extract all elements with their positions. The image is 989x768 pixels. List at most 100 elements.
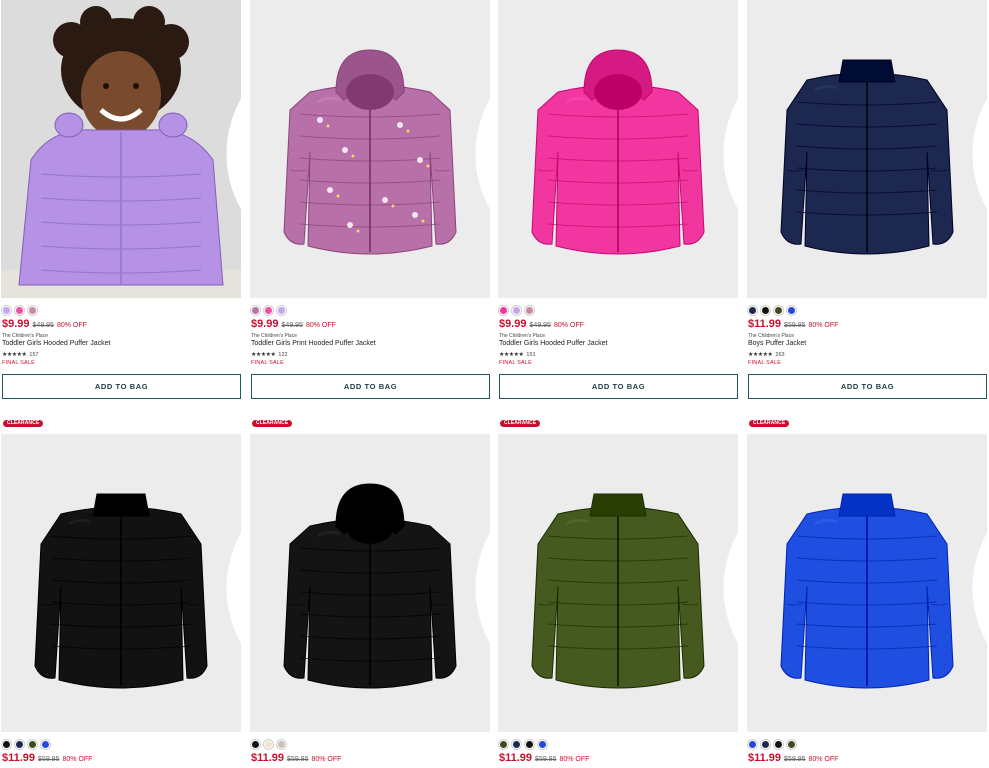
jacket-illustration bbox=[498, 0, 738, 298]
color-swatch[interactable] bbox=[15, 740, 24, 749]
color-swatches bbox=[499, 740, 547, 749]
product-grid: $9.99 $49.95 80% OFF The Children's Plac… bbox=[0, 0, 989, 768]
product-name[interactable]: Toddler Girls Print Hooded Puffer Jacket bbox=[251, 340, 376, 347]
color-swatch[interactable] bbox=[2, 740, 11, 749]
sale-price: $9.99 bbox=[499, 318, 527, 330]
jacket-illustration bbox=[498, 434, 738, 732]
add-to-bag-button[interactable]: ADD TO BAG bbox=[2, 374, 241, 399]
color-swatch[interactable] bbox=[2, 306, 11, 315]
heart-icon[interactable] bbox=[219, 5, 241, 210]
color-swatches bbox=[2, 306, 37, 315]
color-swatch[interactable] bbox=[748, 740, 757, 749]
product-name[interactable]: Toddler Girls Hooded Puffer Jacket bbox=[2, 340, 110, 347]
sale-price: $9.99 bbox=[251, 318, 279, 330]
product-image[interactable] bbox=[498, 434, 738, 732]
price-row: $9.99 $49.95 80% OFF bbox=[499, 318, 584, 330]
color-swatch[interactable] bbox=[774, 306, 783, 315]
color-swatches bbox=[748, 740, 796, 749]
color-swatch[interactable] bbox=[28, 306, 37, 315]
rating: ★★★★★ 157 bbox=[2, 351, 39, 359]
color-swatches bbox=[499, 306, 534, 315]
final-sale-label: FINAL SALE bbox=[499, 360, 532, 366]
product-image[interactable] bbox=[1, 0, 241, 298]
color-swatch[interactable] bbox=[251, 306, 260, 315]
heart-icon[interactable] bbox=[468, 5, 490, 210]
product-image[interactable] bbox=[747, 0, 987, 298]
color-swatches bbox=[2, 740, 50, 749]
jacket-illustration bbox=[747, 434, 987, 732]
product-image[interactable] bbox=[250, 0, 490, 298]
final-sale-label: FINAL SALE bbox=[251, 360, 284, 366]
add-to-bag-button[interactable]: ADD TO BAG bbox=[748, 374, 987, 399]
color-swatch[interactable] bbox=[787, 306, 796, 315]
clearance-badge: CLEARANCE bbox=[500, 420, 541, 427]
discount-label: 80% OFF bbox=[553, 322, 584, 329]
price-row: $11.99 $59.95 80% OFF bbox=[748, 752, 838, 764]
color-swatch[interactable] bbox=[512, 306, 521, 315]
color-swatch[interactable] bbox=[512, 740, 521, 749]
jacket-illustration bbox=[250, 0, 490, 298]
heart-icon[interactable] bbox=[716, 5, 738, 210]
color-swatch[interactable] bbox=[15, 306, 24, 315]
color-swatch[interactable] bbox=[761, 306, 770, 315]
discount-label: 80% OFF bbox=[305, 322, 336, 329]
product-image[interactable] bbox=[498, 0, 738, 298]
clearance-badge: CLEARANCE bbox=[3, 420, 44, 427]
original-price: $49.95 bbox=[281, 322, 303, 329]
sale-price: $9.99 bbox=[2, 318, 30, 330]
discount-label: 80% OFF bbox=[56, 322, 87, 329]
color-swatch[interactable] bbox=[761, 740, 770, 749]
brand-name: The Children's Place bbox=[748, 333, 794, 339]
heart-icon[interactable] bbox=[965, 5, 987, 210]
add-to-bag-button[interactable]: ADD TO BAG bbox=[251, 374, 490, 399]
color-swatch[interactable] bbox=[748, 306, 757, 315]
product-image[interactable] bbox=[1, 434, 241, 732]
heart-icon[interactable] bbox=[468, 439, 490, 644]
star-rating-icon: ★★★★★ bbox=[251, 352, 276, 358]
sale-price: $11.99 bbox=[748, 752, 782, 764]
color-swatch[interactable] bbox=[787, 740, 796, 749]
rating-count: 151 bbox=[526, 351, 536, 358]
brand-name: The Children's Place bbox=[251, 333, 297, 339]
price-row: $11.99 $59.95 80% OFF bbox=[251, 752, 341, 764]
color-swatch[interactable] bbox=[28, 740, 37, 749]
rating: ★★★★★ 263 bbox=[748, 351, 785, 359]
original-price: $59.95 bbox=[38, 756, 60, 763]
heart-icon[interactable] bbox=[965, 439, 987, 644]
color-swatch[interactable] bbox=[499, 306, 508, 315]
color-swatches bbox=[251, 306, 286, 315]
original-price: $59.95 bbox=[784, 756, 806, 763]
color-swatch[interactable] bbox=[525, 306, 534, 315]
star-rating-icon: ★★★★★ bbox=[2, 352, 27, 358]
product-name[interactable]: Toddler Girls Hooded Puffer Jacket bbox=[499, 340, 607, 347]
color-swatch[interactable] bbox=[538, 740, 547, 749]
discount-label: 80% OFF bbox=[808, 756, 839, 763]
sale-price: $11.99 bbox=[2, 752, 36, 764]
price-row: $9.99 $49.95 80% OFF bbox=[251, 318, 336, 330]
product-image[interactable] bbox=[747, 434, 987, 732]
color-swatch[interactable] bbox=[264, 740, 273, 749]
original-price: $59.95 bbox=[535, 756, 557, 763]
color-swatch[interactable] bbox=[774, 740, 783, 749]
final-sale-label: FINAL SALE bbox=[2, 360, 35, 366]
color-swatch[interactable] bbox=[525, 740, 534, 749]
add-to-bag-button[interactable]: ADD TO BAG bbox=[499, 374, 738, 399]
color-swatch[interactable] bbox=[499, 740, 508, 749]
product-image[interactable] bbox=[250, 434, 490, 732]
color-swatch[interactable] bbox=[277, 740, 286, 749]
heart-icon[interactable] bbox=[716, 439, 738, 644]
price-row: $11.99 $59.95 80% OFF bbox=[499, 752, 589, 764]
color-swatch[interactable] bbox=[277, 306, 286, 315]
color-swatch[interactable] bbox=[264, 306, 273, 315]
star-rating-icon: ★★★★★ bbox=[748, 352, 773, 358]
product-name[interactable]: Boys Puffer Jacket bbox=[748, 340, 806, 347]
color-swatches bbox=[748, 306, 796, 315]
price-row: $11.99 $59.95 80% OFF bbox=[748, 318, 838, 330]
color-swatch[interactable] bbox=[41, 740, 50, 749]
heart-icon[interactable] bbox=[219, 439, 241, 644]
clearance-badge: CLEARANCE bbox=[749, 420, 790, 427]
color-swatch[interactable] bbox=[251, 740, 260, 749]
jacket-illustration bbox=[747, 0, 987, 298]
jacket-illustration bbox=[250, 434, 490, 732]
price-row: $9.99 $49.95 80% OFF bbox=[2, 318, 87, 330]
